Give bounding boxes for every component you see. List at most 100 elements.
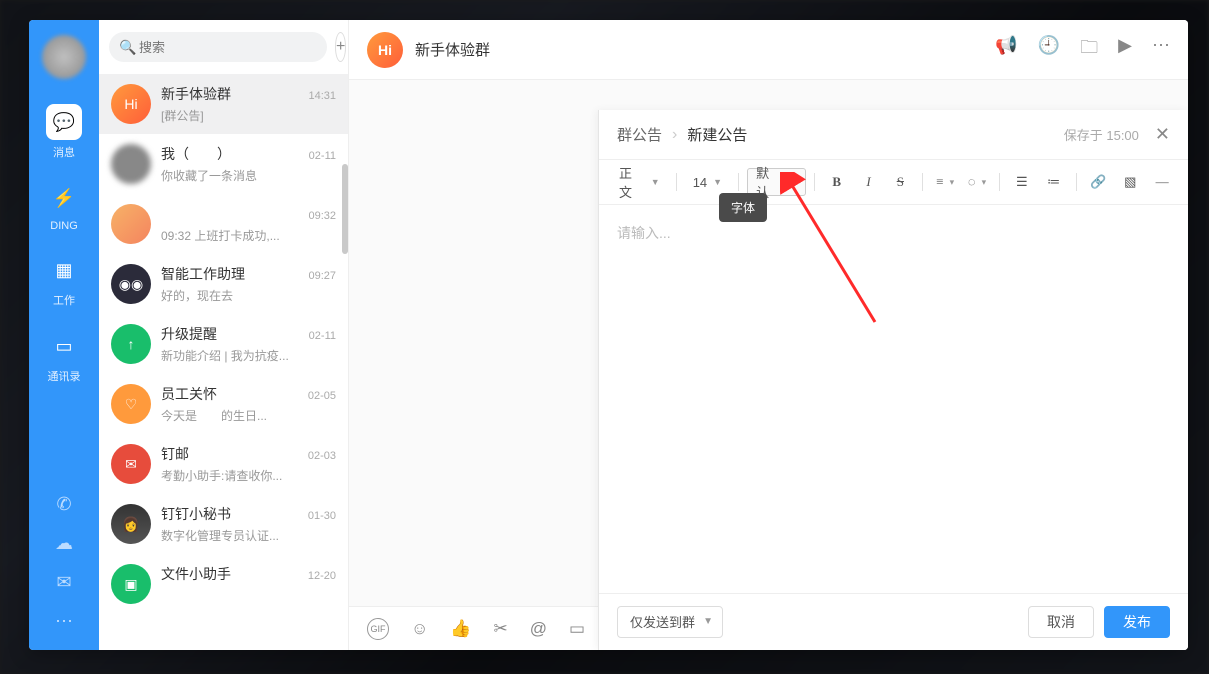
rail-label: 消息 bbox=[53, 144, 75, 160]
divider-button[interactable]: ― bbox=[1148, 168, 1176, 196]
conversation-name: 钉邮 bbox=[161, 444, 189, 464]
cloud-icon[interactable]: ☁ bbox=[55, 533, 73, 554]
conversation-item[interactable]: ▣ 文件小助手 12-20 bbox=[99, 554, 348, 614]
rail-label: 工作 bbox=[53, 292, 75, 308]
gif-icon[interactable]: GIF bbox=[367, 618, 389, 640]
thumbs-up-icon[interactable]: 👍 bbox=[450, 619, 471, 639]
rail-item-messages[interactable]: 💬 消息 bbox=[46, 104, 82, 160]
send-target-select[interactable]: 仅发送到群 bbox=[617, 606, 723, 638]
megaphone-icon[interactable]: 📢 bbox=[995, 35, 1017, 65]
conversation-item[interactable]: 👩钉钉小秘书01-30数字化管理专员认证... bbox=[99, 494, 348, 554]
conversation-snippet bbox=[161, 587, 336, 604]
mention-icon[interactable]: @ bbox=[530, 619, 547, 639]
search-input[interactable] bbox=[109, 32, 327, 62]
more-icon[interactable]: ⋯ bbox=[1152, 35, 1170, 65]
conversation-snippet: 你收藏了一条消息 bbox=[161, 167, 336, 184]
conversation-avatar bbox=[111, 144, 151, 184]
conversation-time: 09:27 bbox=[308, 270, 336, 282]
saved-indicator: 保存于 15:00 bbox=[1064, 125, 1139, 144]
nav-rail: 💬 消息 ⚡ DING ▦ 工作 ▭ 通讯录 ✆ ☁ ✉ ⋯ bbox=[29, 20, 99, 650]
conversation-name: 员工关怀 bbox=[161, 384, 217, 404]
conversation-avatar bbox=[111, 204, 151, 244]
conversation-item[interactable]: ◉◉ 智能工作助理 09:27 好的，现在去 bbox=[99, 254, 348, 314]
image-button[interactable]: ▧ bbox=[1116, 168, 1144, 196]
conversation-snippet: 今天是 的生日... bbox=[161, 407, 336, 424]
italic-button[interactable]: I bbox=[855, 168, 883, 196]
mail-icon[interactable]: ✉ bbox=[56, 572, 71, 593]
number-list-button[interactable]: ≔ bbox=[1040, 168, 1068, 196]
conversation-item[interactable]: Hi 新手体验群 14:31 [群公告] bbox=[99, 74, 348, 134]
conversation-snippet: 数字化管理专员认证... bbox=[161, 527, 336, 544]
rail-item-work[interactable]: ▦ 工作 bbox=[46, 252, 82, 308]
bullet-list-button[interactable]: ☰ bbox=[1008, 168, 1036, 196]
chevron-right-icon: › bbox=[672, 126, 677, 144]
conversation-time: 12-20 bbox=[308, 570, 336, 582]
editor-toolbar: 正文▼ 14▼ 默认▼ B I S ≡▾ ◌▾ ☰ ≔ 🔗 ▧ ― bbox=[599, 160, 1188, 205]
conversation-item[interactable]: 09:32 09:32 上班打卡成功,... bbox=[99, 194, 348, 254]
folder-icon[interactable]: 🗀 bbox=[1080, 35, 1098, 65]
publish-button[interactable]: 发布 bbox=[1104, 606, 1170, 638]
conversation-snippet: 新功能介绍 | 我为抗疫... bbox=[161, 347, 336, 364]
scissors-icon[interactable]: ✂ bbox=[494, 619, 508, 639]
conversation-name: 文件小助手 bbox=[161, 564, 231, 584]
chat-title: 新手体验群 bbox=[415, 39, 995, 60]
breadcrumb-root[interactable]: 群公告 bbox=[617, 124, 662, 145]
conversation-time: 14:31 bbox=[308, 90, 336, 102]
conversation-item[interactable]: ♡员工关怀02-05今天是 的生日... bbox=[99, 374, 348, 434]
conversation-snippet: 好的，现在去 bbox=[161, 287, 336, 304]
bold-button[interactable]: B bbox=[823, 168, 851, 196]
conversation-item[interactable]: 我（ ）02-11你收藏了一条消息 bbox=[99, 134, 348, 194]
conversation-time: 09:32 bbox=[308, 210, 336, 222]
add-button[interactable]: + bbox=[335, 32, 346, 62]
rail-item-ding[interactable]: ⚡ DING bbox=[46, 180, 82, 232]
conversation-time: 01-30 bbox=[308, 510, 336, 522]
user-avatar[interactable] bbox=[42, 35, 86, 79]
conversation-avatar: ◉◉ bbox=[111, 264, 151, 304]
rail-item-contacts[interactable]: ▭ 通讯录 bbox=[46, 328, 82, 384]
message-icon: 💬 bbox=[46, 104, 82, 140]
search-row: 🔍 + bbox=[99, 20, 348, 74]
conversation-item[interactable]: ↑ 升级提醒 02-11 新功能介绍 | 我为抗疫... bbox=[99, 314, 348, 374]
clock-icon[interactable]: 🕘 bbox=[1038, 35, 1060, 65]
rail-label: DING bbox=[50, 220, 78, 232]
close-editor-button[interactable]: ✕ bbox=[1155, 124, 1170, 145]
chat-header-actions: 📢 🕘 🗀 ▶ ⋯ bbox=[995, 35, 1170, 65]
dingtalk-window: ― ▢ ✕ 💬 消息 ⚡ DING ▦ 工作 ▭ 通讯录 ✆ ☁ ✉ ⋯ bbox=[29, 20, 1188, 650]
conversation-snippet: [群公告] bbox=[161, 107, 336, 124]
conversation-avatar: ↑ bbox=[111, 324, 151, 364]
work-icon: ▦ bbox=[46, 252, 82, 288]
conversation-time: 02-11 bbox=[309, 330, 336, 342]
conversation-name: 升级提醒 bbox=[161, 324, 217, 344]
conversation-snippet: 09:32 上班打卡成功,... bbox=[161, 227, 336, 244]
conversation-avatar: ♡ bbox=[111, 384, 151, 424]
announcement-editor: 群公告 › 新建公告 保存于 15:00 ✕ 正文▼ 14▼ 默认▼ B I S… bbox=[598, 110, 1188, 650]
emoji-icon[interactable]: ☺ bbox=[411, 619, 428, 639]
conversation-avatar: Hi bbox=[111, 84, 151, 124]
highlight-button[interactable]: ◌▾ bbox=[963, 168, 991, 196]
card-icon[interactable]: ▭ bbox=[569, 619, 585, 639]
conversation-snippet: 考勤小助手:请查收你... bbox=[161, 467, 336, 484]
conversation-name: 新手体验群 bbox=[161, 84, 231, 104]
text-color-button[interactable]: ≡▾ bbox=[931, 168, 959, 196]
conversation-avatar: ▣ bbox=[111, 564, 151, 604]
conversation-name: 钉钉小秘书 bbox=[161, 504, 231, 524]
editor-content[interactable]: 请输入... bbox=[599, 205, 1188, 593]
editor-header: 群公告 › 新建公告 保存于 15:00 ✕ bbox=[599, 110, 1188, 160]
paragraph-style-select[interactable]: 正文▼ bbox=[611, 168, 668, 196]
editor-footer: 仅发送到群 ▼ 取消 发布 bbox=[599, 593, 1188, 650]
conversation-time: 02-11 bbox=[309, 150, 336, 162]
conversation-name: 智能工作助理 bbox=[161, 264, 245, 284]
contacts-icon: ▭ bbox=[46, 328, 82, 364]
more-icon[interactable]: ⋯ bbox=[55, 611, 73, 632]
font-size-select[interactable]: 14▼ bbox=[685, 168, 730, 196]
cancel-button[interactable]: 取消 bbox=[1028, 606, 1094, 638]
breadcrumb-current: 新建公告 bbox=[687, 124, 747, 145]
conversation-item[interactable]: ✉钉邮02-03考勤小助手:请查收你... bbox=[99, 434, 348, 494]
phone-icon[interactable]: ✆ bbox=[56, 494, 71, 515]
strikethrough-button[interactable]: S bbox=[886, 168, 914, 196]
conversation-avatar: ✉ bbox=[111, 444, 151, 484]
link-button[interactable]: 🔗 bbox=[1085, 168, 1113, 196]
conversation-name bbox=[161, 204, 175, 224]
font-family-select[interactable]: 默认▼ bbox=[747, 168, 806, 196]
video-icon[interactable]: ▶ bbox=[1118, 35, 1132, 65]
